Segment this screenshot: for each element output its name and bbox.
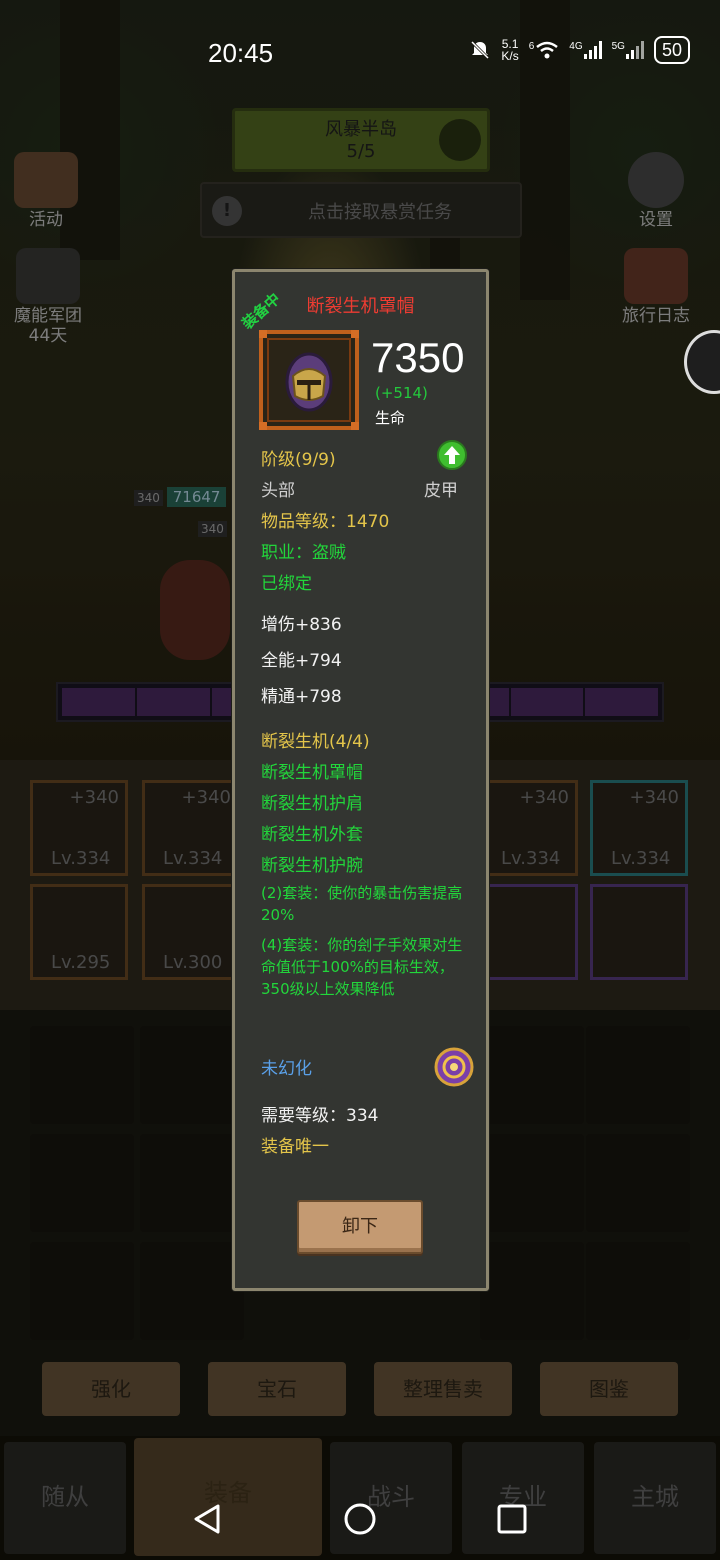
stat-line: 增伤+836 [261,615,342,635]
status-bar: 20:45 5.1 K/s 6 4G 5G 50 [0,0,720,100]
mute-bell-icon [471,40,490,60]
unequip-button[interactable]: 卸下 [297,1200,423,1254]
main-stat-value: 7350 [371,334,465,381]
class-requirement: 职业：盗贼 [261,543,346,563]
back-triangle-icon[interactable] [190,1502,224,1536]
battery-indicator: 50 [653,36,690,64]
set-piece: 断裂生机外套 [261,825,363,845]
stat-line: 全能+794 [261,651,342,671]
main-stat-delta: (+514) [375,384,428,402]
item-name: 断裂生机罩帽 [306,296,415,317]
upgrade-arrow-icon[interactable] [437,440,467,470]
item-slot: 头部 [261,481,295,501]
item-tooltip: 装备中 断裂生机罩帽 7350 (+514) 生命 阶级(9/9) 头部 皮甲 … [232,269,489,1291]
signal-5g-label: 5G [611,41,625,52]
stat-line: 精通+798 [261,687,342,707]
signal-5g-icon: 5G [612,41,644,59]
bound-status: 已绑定 [261,574,312,594]
signal-4g-icon: 4G [569,41,602,59]
status-icons: 5.1 K/s 6 4G 5G 50 [469,36,690,64]
set-piece: 断裂生机罩帽 [261,763,363,783]
main-stat-name: 生命 [375,409,406,427]
recents-square-icon[interactable] [496,1503,528,1535]
system-navigation-bar [0,1490,720,1550]
wifi-label: 6 [528,41,535,52]
item-level: 物品等级：1470 [261,512,390,532]
set-piece: 断裂生机护腕 [261,856,363,876]
signal-4g-label: 4G [569,41,583,52]
required-level: 需要等级：334 [261,1106,379,1126]
set-bonus-4: (4)套装：你的刽子手效果对生命值低于100%的目标生效，350级以上效果降低 [261,936,463,998]
armor-type: 皮甲 [424,481,458,501]
net-speed-unit: K/s [501,49,519,63]
transmog-status: 未幻化 [261,1059,312,1079]
transmog-orb-icon[interactable] [433,1046,475,1088]
net-speed: 5.1 K/s [501,38,518,62]
item-icon-frame [259,330,359,430]
status-time: 20:45 [208,38,274,68]
home-circle-icon[interactable] [343,1502,377,1536]
item-tier: 阶级(9/9) [261,450,336,470]
wifi-icon: 6 [529,41,560,59]
hood-helmet-icon [285,352,333,412]
set-name: 断裂生机(4/4) [261,732,370,752]
unique-equipped: 装备唯一 [261,1137,329,1157]
set-piece: 断裂生机护肩 [261,794,363,814]
set-bonus-2: (2)套装：使你的暴击伤害提高20% [261,884,463,924]
